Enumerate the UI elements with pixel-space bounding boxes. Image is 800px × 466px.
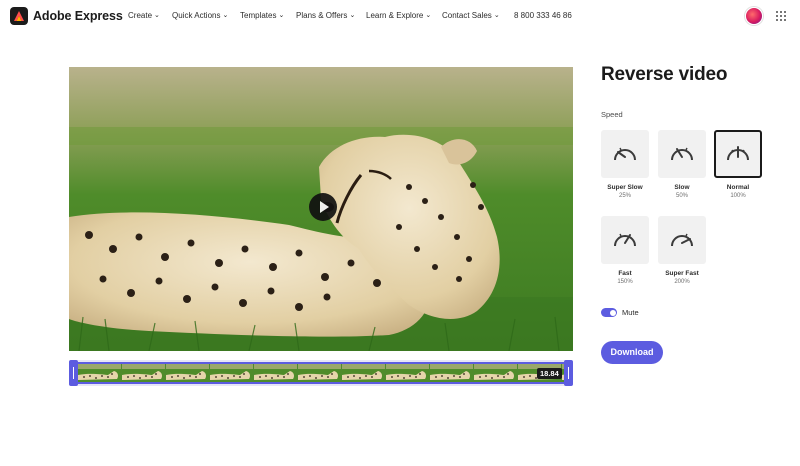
timeline-thumbnail xyxy=(474,364,517,382)
timeline-thumbnail xyxy=(210,364,253,382)
speed-tile[interactable] xyxy=(601,216,649,264)
user-avatar[interactable] xyxy=(745,7,763,25)
nav-quick-actions-label: Quick Actions xyxy=(172,11,221,20)
timeline-thumbnail xyxy=(342,364,385,382)
timeline-thumbnail xyxy=(254,364,297,382)
speedometer-fast-icon xyxy=(614,233,636,247)
speedometer-super-slow-icon xyxy=(614,147,636,161)
nav-plans-offers[interactable]: Plans & Offers ⌄ xyxy=(296,11,355,20)
mute-toggle[interactable] xyxy=(601,308,617,317)
adobe-express-logo-icon[interactable] xyxy=(10,7,28,25)
speed-option-fast[interactable]: Fast 150% xyxy=(601,216,649,285)
timeline-thumbnail xyxy=(78,364,121,382)
trim-start-handle[interactable] xyxy=(69,360,78,386)
speedometer-normal-icon xyxy=(727,146,749,161)
chevron-down-icon: ⌄ xyxy=(222,12,229,19)
speed-option-percent: 150% xyxy=(617,279,633,285)
nav-plans-offers-label: Plans & Offers xyxy=(296,11,348,20)
speed-tile[interactable] xyxy=(658,216,706,264)
speed-option-name: Slow xyxy=(674,184,690,191)
duration-badge: 18.84 xyxy=(537,368,562,379)
chevron-down-icon: ⌄ xyxy=(278,12,285,19)
speed-option-percent: 25% xyxy=(618,193,631,199)
nav-create[interactable]: Create ⌄ xyxy=(128,11,160,20)
chevron-down-icon: ⌄ xyxy=(349,12,356,19)
timeline-thumbnail xyxy=(386,364,429,382)
play-icon[interactable] xyxy=(309,193,337,221)
thumbnail-strip xyxy=(78,362,564,384)
nav-learn-explore[interactable]: Learn & Explore ⌄ xyxy=(366,11,431,20)
phone-number[interactable]: 8 800 333 46 86 xyxy=(514,11,572,20)
speedometer-slow-icon xyxy=(671,147,693,161)
speed-option-percent: 100% xyxy=(730,193,746,199)
nav-learn-explore-label: Learn & Explore xyxy=(366,11,424,20)
speed-option-slow[interactable]: Slow 50% xyxy=(658,130,706,199)
brand-name[interactable]: Adobe Express xyxy=(33,9,123,23)
trim-end-handle[interactable] xyxy=(564,360,573,386)
timeline-thumbnail xyxy=(166,364,209,382)
nav-templates-label: Templates xyxy=(240,11,277,20)
speedometer-super-fast-icon xyxy=(671,233,693,247)
nav-quick-actions[interactable]: Quick Actions ⌄ xyxy=(172,11,228,20)
speed-option-name: Super Fast xyxy=(665,270,699,277)
chevron-down-icon: ⌄ xyxy=(493,12,500,19)
nav-create-label: Create xyxy=(128,11,153,20)
download-button[interactable]: Download xyxy=(601,341,663,364)
speed-option-name: Fast xyxy=(618,270,632,277)
speed-tile[interactable] xyxy=(658,130,706,178)
speed-option-super-fast[interactable]: Super Fast 200% xyxy=(658,216,706,285)
timeline-thumbnails xyxy=(78,364,564,382)
timeline-thumbnail xyxy=(430,364,473,382)
speed-tile[interactable] xyxy=(601,130,649,178)
speed-option-percent: 200% xyxy=(674,279,690,285)
top-navigation: Adobe Express Create ⌄ Quick Actions ⌄ Tem… xyxy=(0,0,800,32)
timeline-thumbnail xyxy=(122,364,165,382)
page-title: Reverse video xyxy=(601,64,728,85)
speed-label: Speed xyxy=(601,110,623,119)
speed-tile-selected[interactable] xyxy=(714,130,762,178)
video-trim-timeline[interactable] xyxy=(69,360,573,386)
timeline-thumbnail xyxy=(298,364,341,382)
nav-contact-sales-label: Contact Sales xyxy=(442,11,492,20)
speed-option-name: Super Slow xyxy=(607,184,643,191)
app-grid-icon[interactable] xyxy=(776,11,786,21)
speed-option-normal[interactable]: Normal 100% xyxy=(714,130,762,199)
chevron-down-icon: ⌄ xyxy=(154,12,160,19)
speed-option-super-slow[interactable]: Super Slow 25% xyxy=(601,130,649,199)
speed-option-name: Normal xyxy=(726,184,750,191)
mute-label: Mute xyxy=(622,308,639,317)
speed-option-percent: 50% xyxy=(675,193,688,199)
chevron-down-icon: ⌄ xyxy=(425,12,432,19)
nav-templates[interactable]: Templates ⌄ xyxy=(240,11,284,20)
nav-contact-sales[interactable]: Contact Sales ⌄ xyxy=(442,11,500,20)
